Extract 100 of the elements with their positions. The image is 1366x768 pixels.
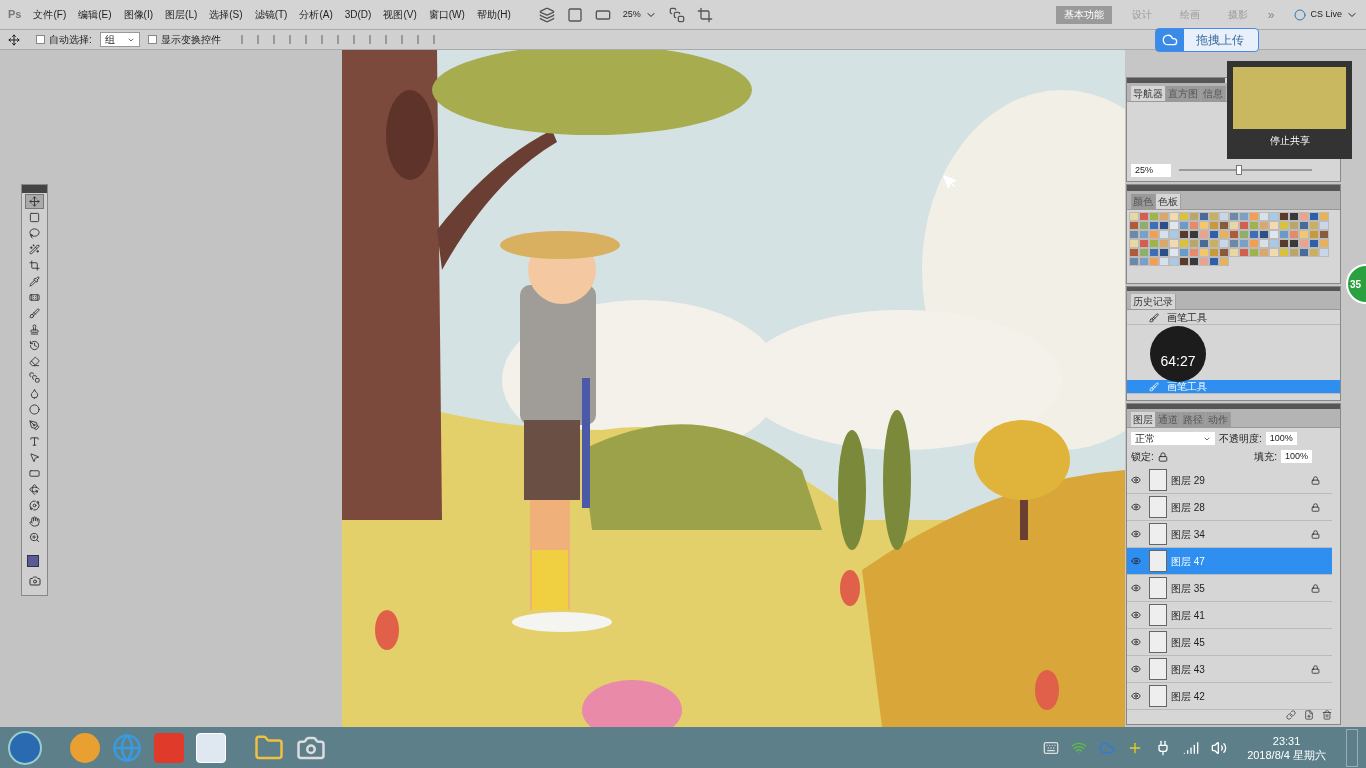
opacity-label: 不透明度: [1219, 432, 1262, 446]
eye-icon[interactable] [1131, 691, 1141, 701]
app-icon[interactable] [196, 732, 226, 763]
opacity-field[interactable]: 100% [1265, 431, 1297, 446]
tool-icon [29, 244, 40, 255]
layer-row[interactable]: 图层 41 [1127, 602, 1332, 629]
eye-icon[interactable] [1131, 637, 1141, 647]
tool-icon [29, 260, 40, 271]
layer-row[interactable]: 图层 42 [1127, 683, 1332, 710]
eye-icon[interactable] [1131, 583, 1141, 593]
transform-label: 显示变换控件 [160, 33, 221, 47]
quick-mask-icon[interactable] [28, 575, 41, 587]
layer-thumbnail [1149, 658, 1167, 680]
eye-icon[interactable] [1131, 529, 1141, 539]
layer-thumbnail [1149, 604, 1167, 626]
menu-item[interactable]: 图像(I) [123, 7, 154, 22]
eye-icon[interactable] [1131, 475, 1141, 485]
link-icon[interactable] [1286, 710, 1296, 720]
tool-icon [29, 436, 40, 447]
tool-icon [29, 388, 40, 399]
panel-tab[interactable]: 色板 [1156, 194, 1181, 209]
tool-icon [29, 324, 40, 335]
transform-checkbox[interactable] [147, 35, 157, 44]
fill-field[interactable]: 100% [1280, 449, 1312, 464]
brush-icon [1149, 312, 1159, 323]
blend-mode-dropdown[interactable]: 正常 [1131, 432, 1215, 445]
layer-row[interactable]: 图层 28 [1127, 494, 1332, 521]
layer-thumbnail [1149, 496, 1167, 518]
tool-icon [29, 340, 40, 351]
menu-item[interactable]: 滤镜(T) [254, 7, 288, 22]
keyboard-icon[interactable] [1043, 739, 1060, 756]
ring-icon [1294, 8, 1307, 21]
tool-icon [29, 212, 40, 223]
menu-item[interactable]: 分析(A) [299, 7, 333, 22]
layer-thumbnail [1149, 577, 1167, 599]
auto-select-label: 自动选择: [49, 33, 92, 47]
clock-time[interactable]: 23:31 [1272, 733, 1301, 748]
history-row[interactable]: 画笔工具 [1127, 311, 1340, 325]
menu-item[interactable]: 选择(S) [209, 7, 243, 22]
tool-icon [29, 356, 40, 367]
menu-item[interactable]: 窗口(W) [428, 7, 465, 22]
tool-icon [29, 276, 40, 287]
panel-tab[interactable]: 图层 [1131, 412, 1156, 427]
menu-item[interactable]: 文件(F) [33, 7, 67, 22]
layer-row[interactable]: 图层 45 [1127, 629, 1332, 656]
tool-icon [29, 372, 40, 383]
lock-icon[interactable] [1157, 451, 1168, 462]
tool-icon [29, 420, 40, 431]
layer-row[interactable]: 图层 35 [1127, 575, 1332, 602]
upload-button[interactable]: 拖拽上传 [1155, 28, 1259, 52]
layer-thumbnail [1149, 550, 1167, 572]
tool-icon [29, 228, 40, 239]
eye-icon[interactable] [1131, 502, 1141, 512]
layer-thumbnail [1149, 631, 1167, 653]
trash-icon[interactable] [1322, 710, 1332, 720]
tool-icon [29, 468, 40, 479]
fill-label: 填充: [1254, 450, 1277, 464]
tool-icon [29, 532, 40, 543]
tool-icon [29, 196, 40, 207]
auto-select-checkbox[interactable] [36, 35, 45, 44]
clock-date[interactable]: 2018/8/4 星期六 [1247, 747, 1326, 762]
move-tool-icon[interactable] [8, 33, 20, 46]
target-dropdown[interactable]: 组 [99, 32, 140, 47]
tool-icon [29, 292, 40, 303]
layer-row[interactable]: 图层 29 [1127, 467, 1332, 494]
menu-item[interactable]: 视图(V) [383, 7, 417, 22]
layer-row[interactable]: 图层 43 [1127, 656, 1332, 683]
volume-icon[interactable] [1211, 739, 1228, 756]
zoom-field[interactable]: 25% [1131, 163, 1171, 177]
panel-tab[interactable]: 历史记录 [1131, 294, 1176, 309]
eye-icon[interactable] [1131, 556, 1141, 566]
zoom-slider-thumb[interactable] [1235, 165, 1242, 176]
tool-icon [29, 516, 40, 527]
menu-item[interactable]: 图层(L) [165, 7, 198, 22]
app-logo: Ps [8, 7, 22, 23]
panel-tab[interactable]: 导航器 [1131, 86, 1166, 101]
foreground-color[interactable] [26, 555, 39, 567]
new-layer-icon[interactable] [1304, 710, 1314, 720]
start-orb-icon[interactable] [8, 730, 42, 765]
tool-icon [29, 404, 40, 415]
cs-live-button[interactable]: CS Live [1294, 7, 1358, 22]
layer-thumbnail [1149, 523, 1167, 545]
cursor-icon [942, 174, 958, 190]
tool-icon [29, 500, 40, 511]
tool-button[interactable] [25, 194, 44, 209]
layer-thumbnail [1149, 685, 1167, 707]
cloud-icon [1162, 32, 1178, 48]
stop-sharing-button[interactable]: 停止共享 [1269, 133, 1310, 148]
layer-thumbnail [1149, 469, 1167, 491]
eye-icon[interactable] [1131, 664, 1141, 674]
lock-label: 锁定: [1131, 450, 1154, 464]
menu-item[interactable]: 帮助(H) [476, 7, 511, 22]
brush-icon [1149, 381, 1159, 392]
tool-icon [29, 484, 40, 495]
menu-item[interactable]: 3D(D) [344, 7, 372, 22]
menu-item[interactable]: 编辑(E) [78, 7, 112, 22]
tool-icon [29, 452, 40, 463]
eye-icon[interactable] [1131, 610, 1141, 620]
signal-icon[interactable] [1183, 739, 1200, 756]
zoom-dropdown[interactable]: 25% [622, 7, 657, 22]
